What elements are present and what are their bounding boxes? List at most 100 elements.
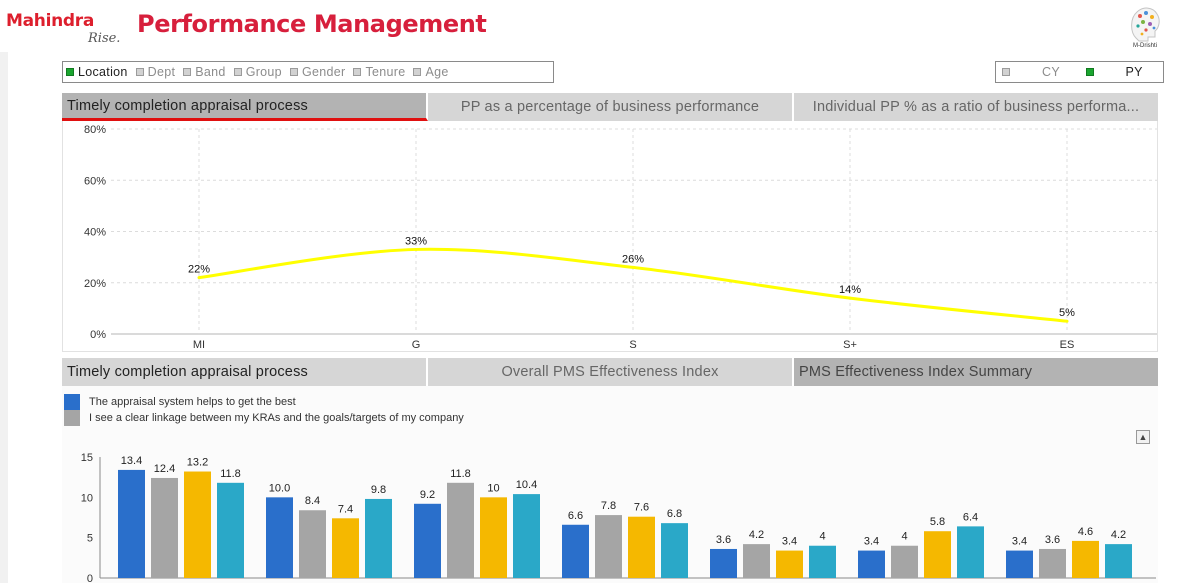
year-filter-py[interactable]: PY — [1080, 62, 1164, 82]
filter-age[interactable]: Age — [410, 62, 453, 82]
bar — [891, 545, 918, 578]
filter-indicator-icon — [353, 68, 362, 76]
filter-gender[interactable]: Gender — [287, 62, 351, 82]
filter-location[interactable]: Location — [63, 62, 133, 82]
timely-completion-line-chart: 80% 60% 40% 20% 0% MI G S S+ ES 22% 33% 26% 14% 5% — [84, 124, 1157, 351]
filter-label: Dept — [147, 65, 176, 79]
legend-swatch-grey — [64, 410, 80, 426]
bar-data-label: 7.6 — [634, 502, 649, 514]
bar-data-label: 4.2 — [1111, 529, 1126, 541]
year-filter-label: CY — [1042, 65, 1060, 79]
line-chart-panel: 80% 60% 40% 20% 0% MI G S S+ ES 22% 33% 26% 14% 5% — [62, 121, 1158, 352]
data-point — [848, 296, 852, 300]
bar-data-label: 13.4 — [121, 455, 142, 467]
bar — [595, 515, 622, 578]
bar — [1105, 544, 1132, 578]
m-drishti-label: M-Drishti — [1133, 43, 1157, 49]
bar-data-label: 10 — [487, 482, 499, 494]
y-tick-label: 20% — [84, 278, 106, 290]
bar-data-label: 11.8 — [450, 468, 471, 480]
x-tick-label: S+ — [843, 339, 857, 351]
bar-data-label: 6.8 — [667, 508, 682, 520]
bar — [217, 482, 244, 578]
bar — [858, 550, 885, 578]
bar-data-label: 10.4 — [516, 479, 537, 491]
bar — [924, 531, 951, 578]
bar-data-label: 3.4 — [1012, 536, 1027, 548]
caret-up-icon[interactable]: ▲ — [1136, 430, 1150, 444]
filter-label: Location — [78, 65, 128, 79]
filter-indicator-icon — [183, 68, 192, 76]
bar — [661, 523, 688, 578]
bar — [332, 518, 359, 578]
top-tab-2[interactable]: PP as a percentage of business performan… — [428, 93, 794, 121]
bar — [809, 545, 836, 578]
bar-data-label: 5.8 — [930, 516, 945, 528]
filter-label: Gender — [301, 65, 346, 79]
x-tick-label: MI — [193, 339, 205, 351]
x-tick-label: S — [629, 339, 636, 351]
y-tick-label: 10 — [81, 492, 93, 504]
bar-data-label: 3.4 — [864, 536, 879, 548]
bar — [957, 526, 984, 578]
bar-data-label: 12.4 — [154, 463, 175, 475]
bar — [151, 477, 178, 578]
bar-data-label: 13.2 — [187, 457, 208, 469]
dimension-filter-bar: Location Dept Band Group Gender Tenure Age — [62, 61, 554, 83]
bar — [184, 471, 211, 578]
bar-data-label: 8.4 — [305, 495, 320, 507]
data-label: 5% — [1059, 307, 1075, 319]
y-tick-label: 0 — [87, 573, 93, 583]
bar-data-label: 7.4 — [338, 503, 353, 515]
m-drishti-logo: M-Drishti — [1126, 4, 1164, 52]
filter-dept[interactable]: Dept — [133, 62, 181, 82]
bar — [299, 510, 326, 578]
filter-label: Band — [195, 65, 226, 79]
bar-data-label: 9.8 — [371, 484, 386, 496]
bar-data-label: 3.6 — [716, 534, 731, 546]
top-tab-1[interactable]: Timely completion appraisal process — [62, 93, 428, 121]
data-point — [1065, 319, 1069, 323]
filter-indicator-icon — [66, 68, 74, 76]
bottom-chart-tabs: Timely completion appraisal process Overa… — [62, 358, 1158, 386]
top-tab-3[interactable]: Individual PP % as a ratio of business p… — [794, 93, 1158, 121]
bar-data-label: 3.6 — [1045, 534, 1060, 546]
bar — [414, 503, 441, 578]
bar — [365, 498, 392, 578]
bar — [776, 550, 803, 578]
bar — [628, 516, 655, 578]
legend-label: I see a clear linkage between my KRAs an… — [89, 412, 464, 424]
filter-indicator-icon — [135, 68, 144, 76]
mahindra-logo: Mahindra Rise. — [6, 8, 120, 48]
y-tick-label: 15 — [81, 452, 93, 464]
y-tick-label: 5 — [87, 533, 93, 545]
brand-name: Mahindra — [6, 11, 95, 31]
m-drishti-head-icon — [1131, 7, 1160, 42]
legend-item: The appraisal system helps to get the be… — [64, 394, 296, 410]
filter-indicator-icon — [289, 68, 298, 76]
bottom-tab-3[interactable]: PMS Effectiveness Index Summary — [794, 358, 1158, 386]
filter-label: Group — [245, 65, 282, 79]
filter-tenure[interactable]: Tenure — [350, 62, 410, 82]
bar — [743, 544, 770, 578]
bar-data-label: 6.6 — [568, 510, 583, 522]
bottom-tab-2[interactable]: Overall PMS Effectiveness Index — [428, 358, 794, 386]
bar — [710, 548, 737, 578]
filter-label: Age — [425, 65, 449, 79]
left-gutter — [0, 52, 8, 583]
filter-band[interactable]: Band — [180, 62, 230, 82]
bottom-tab-1[interactable]: Timely completion appraisal process — [62, 358, 428, 386]
filter-group[interactable]: Group — [231, 62, 287, 82]
y-tick-label: 0% — [90, 329, 106, 341]
bar — [118, 469, 145, 578]
bar-chart-panel: 15 10 5 0 13.4 12.4 13.2 11.8 10.0 8.4 7.4 9.8 9.2 11… — [62, 386, 1158, 583]
bar-data-label: 4.2 — [749, 529, 764, 541]
year-filter-label: PY — [1125, 65, 1143, 79]
year-filter-bar: CY PY — [995, 61, 1164, 83]
filter-indicator-icon — [233, 68, 242, 76]
legend-item: I see a clear linkage between my KRAs an… — [64, 410, 464, 426]
bar — [447, 482, 474, 578]
year-filter-cy[interactable]: CY — [996, 62, 1080, 82]
y-tick-label: 80% — [84, 124, 106, 136]
bar — [562, 524, 589, 578]
